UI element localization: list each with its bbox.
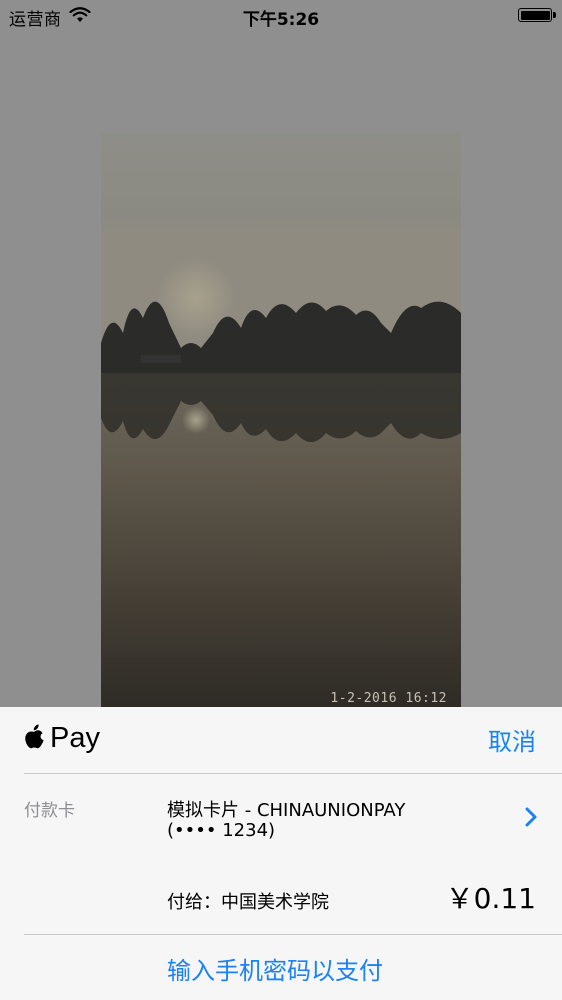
payment-amount: ￥0.11: [445, 882, 536, 915]
payee-label: 付给：中国美术学院: [167, 892, 329, 913]
enter-passcode-button[interactable]: 输入手机密码以支付: [167, 951, 383, 986]
apple-logo-icon: [25, 724, 44, 749]
status-bar: 运营商 下午5:26: [0, 0, 562, 32]
sheet-header: Pay 取消: [0, 707, 562, 774]
photo-timestamp: 1-2-2016 16:12: [330, 691, 447, 706]
apple-pay-sheet: Pay 取消 付款卡 模拟卡片 - CHINAUNIONPAY (•••• 12…: [0, 707, 562, 1000]
photo-preview: 1-2-2016 16:12: [101, 133, 461, 708]
apple-pay-wordmark: Pay: [50, 722, 100, 754]
footer-divider: [24, 934, 562, 935]
payment-card-label: 付款卡: [24, 801, 75, 821]
status-time: 下午5:26: [242, 10, 320, 30]
header-divider: [24, 773, 562, 774]
battery-icon: [518, 8, 556, 22]
chevron-right-icon[interactable]: [524, 807, 538, 827]
payment-card-name[interactable]: 模拟卡片 - CHINAUNIONPAY: [167, 796, 405, 822]
payment-card-number[interactable]: (•••• 1234): [167, 820, 275, 841]
cancel-button[interactable]: 取消: [488, 722, 536, 757]
lake-sunset-photo: [101, 133, 461, 708]
